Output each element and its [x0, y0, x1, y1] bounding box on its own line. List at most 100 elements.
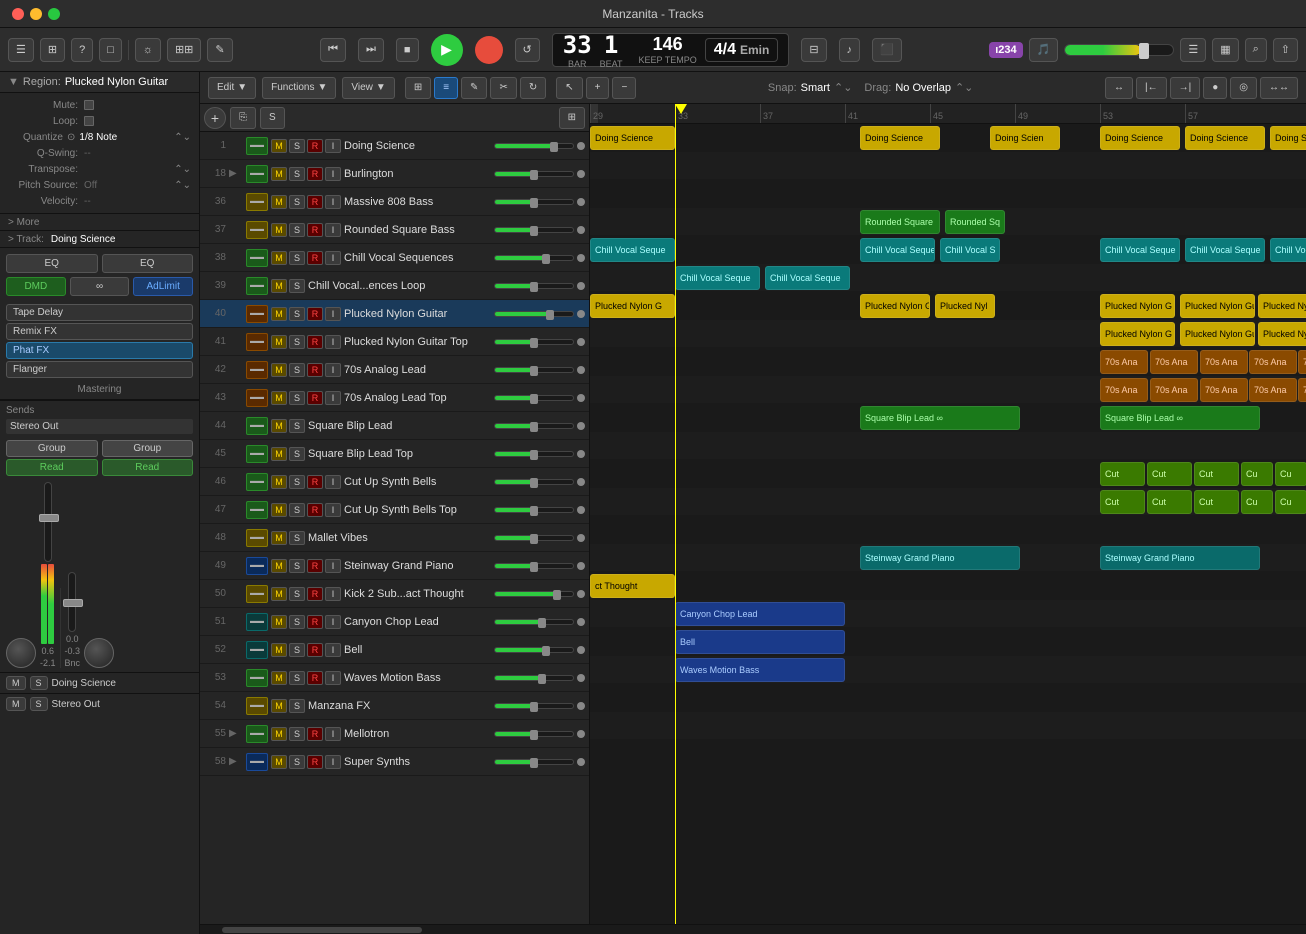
- add-track-btn[interactable]: +: [204, 107, 226, 129]
- search-btn[interactable]: ⌕: [1245, 38, 1267, 62]
- volume-slider[interactable]: [494, 227, 574, 233]
- volume-knob[interactable]: [550, 142, 558, 152]
- rec-btn[interactable]: R: [307, 307, 323, 321]
- solo-btn[interactable]: S: [289, 531, 305, 545]
- mute-btn[interactable]: M: [271, 531, 287, 545]
- volume-knob[interactable]: [530, 730, 538, 740]
- quantize-icon[interactable]: ⊙: [67, 132, 75, 143]
- snap-arrow[interactable]: ⌃⌄: [834, 81, 852, 94]
- track-row[interactable]: 18 ▶ ▬▬ M S R I Burlington: [200, 160, 589, 188]
- volume-knob[interactable]: [530, 170, 538, 180]
- clip[interactable]: 70s Ana: [1298, 378, 1306, 402]
- solo-btn[interactable]: S: [289, 139, 305, 153]
- rec-mode-btn[interactable]: ●: [1203, 77, 1227, 99]
- clip[interactable]: 70s Ana: [1150, 350, 1198, 374]
- volume-knob[interactable]: [546, 310, 554, 320]
- master-volume-slider[interactable]: [1064, 44, 1174, 56]
- volume-slider[interactable]: [494, 171, 574, 177]
- input-btn[interactable]: I: [325, 307, 341, 321]
- mute-btn[interactable]: M: [271, 643, 287, 657]
- clip[interactable]: Chill Vocal S: [940, 238, 1000, 262]
- mute-btn[interactable]: M: [271, 671, 287, 685]
- clip[interactable]: Plucked Nylon Gu: [1180, 322, 1255, 346]
- rec-btn[interactable]: R: [307, 643, 323, 657]
- pan-dot[interactable]: [577, 590, 585, 598]
- volume-knob[interactable]: [530, 450, 538, 460]
- adlimit-btn[interactable]: AdLimit: [133, 277, 193, 296]
- browser-btn[interactable]: ⊞: [40, 38, 65, 62]
- pan-dot[interactable]: [577, 674, 585, 682]
- input-btn[interactable]: I: [325, 167, 341, 181]
- volume-knob[interactable]: [530, 226, 538, 236]
- solo-btn[interactable]: S: [289, 167, 305, 181]
- pan-dot[interactable]: [577, 226, 585, 234]
- volume-knob[interactable]: [530, 394, 538, 404]
- volume-slider[interactable]: [494, 367, 574, 373]
- clip[interactable]: Plucked Nylon G: [590, 294, 675, 318]
- volume-knob[interactable]: [530, 534, 538, 544]
- time-sig-display[interactable]: 4/4 Emin: [705, 38, 779, 62]
- scrollbar-h[interactable]: [200, 924, 1306, 934]
- track-row[interactable]: 37 ▬▬ M S R I Rounded Square Bass: [200, 216, 589, 244]
- group-btn-2[interactable]: Group: [102, 440, 194, 457]
- tape-delay-item[interactable]: Tape Delay: [6, 304, 193, 321]
- volume-slider[interactable]: [494, 675, 574, 681]
- clip[interactable]: Plucked Nylo: [1258, 322, 1306, 346]
- cpu-btn[interactable]: 🎵: [1029, 38, 1059, 62]
- grid-btn[interactable]: ▦: [1212, 38, 1238, 62]
- solo-btn[interactable]: S: [289, 475, 305, 489]
- grid-view-btn[interactable]: ⊞: [405, 77, 431, 99]
- track-row[interactable]: 42 ▬▬ M S R I 70s Analog Lead: [200, 356, 589, 384]
- volume-slider[interactable]: [494, 143, 574, 149]
- rec-btn[interactable]: R: [307, 727, 323, 741]
- clip[interactable]: Steinway Grand Piano: [1100, 546, 1260, 570]
- pan-dot[interactable]: [577, 394, 585, 402]
- track-expand[interactable]: ▶: [229, 168, 243, 179]
- clip[interactable]: Doing Science: [590, 126, 675, 150]
- pitch-source-arrow[interactable]: ⌃⌄: [174, 180, 191, 191]
- track-row[interactable]: 44 ▬▬ M S Square Blip Lead: [200, 412, 589, 440]
- view-btn[interactable]: View ▼: [342, 77, 394, 99]
- track-row[interactable]: 41 ▬▬ M S R I Plucked Nylon Guitar Top: [200, 328, 589, 356]
- rec-btn[interactable]: R: [307, 559, 323, 573]
- volume-knob[interactable]: [530, 422, 538, 432]
- volume-slider[interactable]: [494, 451, 574, 457]
- solo-btn[interactable]: S: [289, 391, 305, 405]
- pan-dot[interactable]: [577, 170, 585, 178]
- help-btn[interactable]: ?: [71, 38, 93, 62]
- clip[interactable]: Plucked Nylon G: [1100, 322, 1175, 346]
- mute-btn[interactable]: M: [271, 279, 287, 293]
- input-btn[interactable]: I: [325, 223, 341, 237]
- functions-btn[interactable]: Functions ▼: [262, 77, 336, 99]
- input-btn[interactable]: I: [325, 139, 341, 153]
- pan-dot[interactable]: [577, 338, 585, 346]
- mute-btn[interactable]: M: [271, 559, 287, 573]
- tempo-btn[interactable]: ☼: [135, 38, 161, 62]
- clip[interactable]: Cut: [1147, 462, 1192, 486]
- clip[interactable]: 70s Ana: [1200, 378, 1248, 402]
- volume-knob[interactable]: [530, 562, 538, 572]
- track-row[interactable]: 55 ▶ ▬▬ M S R I Mellotron: [200, 720, 589, 748]
- clip[interactable]: Plucked Nyl: [935, 294, 995, 318]
- clip[interactable]: Plucked Nylon G: [860, 294, 930, 318]
- group-btn[interactable]: Group: [6, 440, 98, 457]
- clip[interactable]: Cu: [1275, 462, 1306, 486]
- clip[interactable]: Chill Vocal Seque: [675, 266, 760, 290]
- rec-btn[interactable]: R: [307, 195, 323, 209]
- solo-btn[interactable]: S: [289, 195, 305, 209]
- zoom-in-btn[interactable]: ↔: [1105, 77, 1133, 99]
- clip[interactable]: 70s Ana: [1100, 378, 1148, 402]
- pan-dot[interactable]: [577, 618, 585, 626]
- pan-dot[interactable]: [577, 646, 585, 654]
- solo-btn[interactable]: S: [289, 447, 305, 461]
- solo-btn[interactable]: S: [289, 335, 305, 349]
- volume-slider[interactable]: [494, 255, 574, 261]
- pan-dot[interactable]: [577, 254, 585, 262]
- audio-btn[interactable]: ◎: [1230, 77, 1257, 99]
- pan-dot[interactable]: [577, 450, 585, 458]
- input-btn[interactable]: I: [325, 671, 341, 685]
- clip[interactable]: Cut: [1100, 462, 1145, 486]
- stereo-out-item[interactable]: Stereo Out: [6, 419, 193, 434]
- eq1-btn[interactable]: EQ: [6, 254, 98, 273]
- volume-knob[interactable]: [530, 338, 538, 348]
